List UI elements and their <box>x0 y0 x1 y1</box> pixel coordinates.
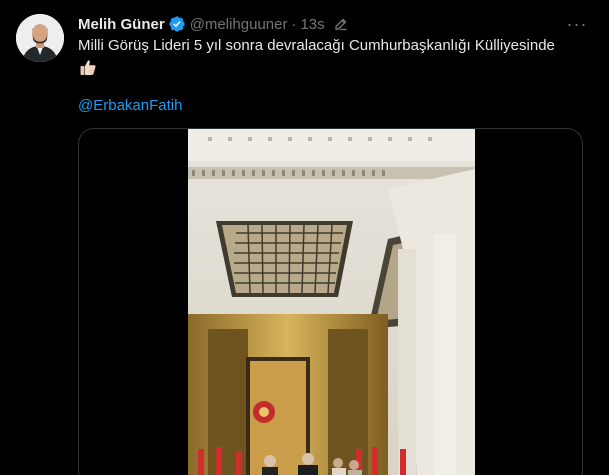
tweet[interactable]: Melih Güner @melihguuner · 13s ··· Milli… <box>0 0 609 475</box>
more-options-icon[interactable]: ··· <box>565 14 589 34</box>
author-handle[interactable]: @melihguuner <box>190 16 288 33</box>
timestamp[interactable]: 13s <box>300 16 324 33</box>
mention-link[interactable]: @ErbakanFatih <box>78 96 182 116</box>
separator-dot: · <box>291 15 297 33</box>
edit-pencil-icon <box>334 18 347 31</box>
avatar[interactable] <box>16 14 64 62</box>
verified-badge-icon <box>169 16 185 32</box>
tweet-header: Melih Güner @melihguuner · 13s <box>78 14 579 34</box>
tweet-text: Milli Görüş Lideri 5 yıl sonra devralaca… <box>78 37 555 54</box>
thumbs-up-icon <box>80 60 96 75</box>
video-frame <box>188 129 475 475</box>
display-name[interactable]: Melih Güner <box>78 16 165 33</box>
video-player[interactable] <box>78 128 583 475</box>
avatar-image <box>16 14 64 62</box>
video-still-image <box>188 129 475 475</box>
